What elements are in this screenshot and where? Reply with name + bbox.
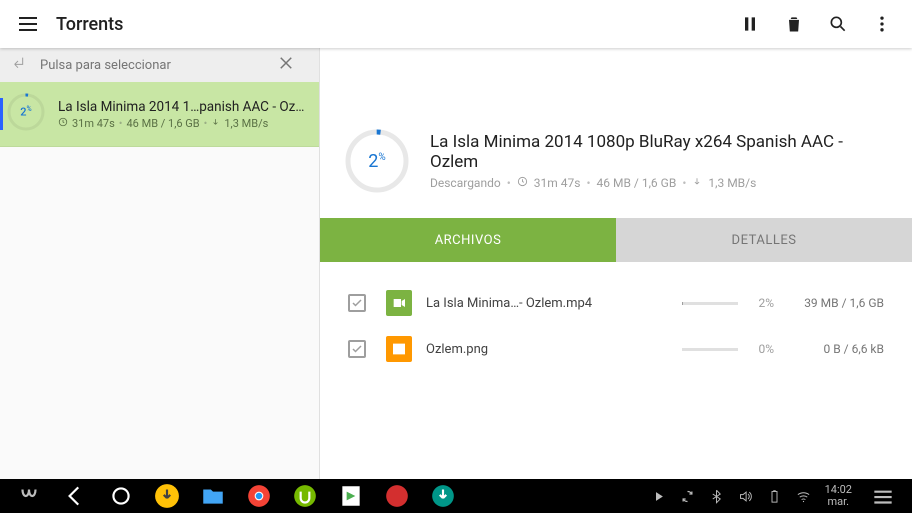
image-file-icon	[386, 336, 412, 362]
chrome-app-icon[interactable]	[246, 483, 272, 509]
file-row: Ozlem.png 0% 0 B / 6,6 kB	[348, 326, 884, 372]
torrent-name: La Isla Minima 2014 1…panish AAC - Ozlem	[58, 99, 307, 115]
files-app-icon[interactable]	[200, 483, 226, 509]
detail-eta: 31m 47s	[534, 176, 581, 190]
app-logo-icon[interactable]	[16, 483, 42, 509]
detail-pane: 2% La Isla Minima 2014 1080p BluRay x264…	[320, 48, 912, 479]
file-name: Ozlem.png	[426, 342, 596, 357]
file-checkbox[interactable]	[348, 294, 366, 312]
file-list: La Isla Minima…- Ozlem.mp4 2% 39 MB / 1,…	[320, 262, 912, 390]
notifications-icon[interactable]	[870, 483, 896, 509]
delete-icon[interactable]	[784, 14, 804, 34]
file-checkbox[interactable]	[348, 340, 366, 358]
volume-icon	[738, 489, 753, 504]
clock-icon	[58, 117, 68, 130]
detail-size: 46 MB / 1,6 GB	[597, 176, 677, 190]
torrent-item[interactable]: 2% La Isla Minima 2014 1…panish AAC - Oz…	[0, 82, 319, 147]
wifi-icon	[796, 489, 811, 504]
detail-status: Descargando	[430, 176, 501, 190]
detail-stats: Descargando • 31m 47s • 46 MB / 1,6 GB •…	[430, 176, 888, 190]
file-size: 0 B / 6,6 kB	[774, 342, 884, 356]
downloads-app-icon[interactable]	[154, 483, 180, 509]
app-icon[interactable]	[384, 483, 410, 509]
utorrent-app-icon[interactable]	[292, 483, 318, 509]
app-bar: Torrents	[0, 0, 912, 48]
torrent-stats: 31m 47s • 46 MB / 1,6 GB • 1,3 MB/s	[58, 117, 307, 130]
app-title: Torrents	[56, 14, 740, 35]
video-file-icon	[386, 290, 412, 316]
system-tray[interactable]	[651, 489, 811, 504]
file-row: La Isla Minima…- Ozlem.mp4 2% 39 MB / 1,…	[348, 280, 884, 326]
bluetooth-icon	[709, 489, 724, 504]
clock[interactable]: 14:02 mar.	[825, 484, 852, 508]
battery-icon	[767, 489, 782, 504]
select-hint-icon	[12, 55, 40, 75]
file-percent: 2%	[748, 296, 774, 310]
torrent-eta: 31m 47s	[72, 117, 115, 130]
back-icon[interactable]	[62, 483, 88, 509]
clock-day: mar.	[825, 496, 852, 508]
selection-hint: Pulsa para seleccionar	[40, 58, 171, 73]
pause-icon[interactable]	[740, 14, 760, 34]
torrent-list-pane: Pulsa para seleccionar 2% La Isla Minima…	[0, 48, 320, 479]
download-icon	[211, 117, 220, 130]
file-progress-bar	[682, 348, 738, 351]
system-taskbar: 14:02 mar.	[0, 479, 912, 513]
torrent-speed: 1,3 MB/s	[224, 117, 268, 130]
file-size: 39 MB / 1,6 GB	[774, 296, 884, 310]
play-icon	[651, 489, 666, 504]
progress-ring: 2%	[6, 92, 46, 132]
overflow-icon[interactable]	[872, 14, 892, 34]
sync-icon	[680, 489, 695, 504]
app-icon[interactable]	[430, 483, 456, 509]
detail-speed: 1,3 MB/s	[708, 176, 756, 190]
detail-tabs: ARCHIVOS DETALLES	[320, 218, 912, 262]
file-progress-bar	[682, 302, 738, 305]
file-percent: 0%	[748, 342, 774, 356]
menu-icon[interactable]	[16, 12, 40, 36]
close-selection-button[interactable]	[277, 54, 307, 76]
detail-progress-ring: 2%	[344, 128, 410, 194]
torrent-size: 46 MB / 1,6 GB	[127, 117, 200, 130]
tab-files[interactable]: ARCHIVOS	[320, 218, 616, 262]
tab-details[interactable]: DETALLES	[616, 218, 912, 262]
home-icon[interactable]	[108, 483, 134, 509]
selection-bar: Pulsa para seleccionar	[0, 48, 319, 82]
play-store-icon[interactable]	[338, 483, 364, 509]
download-icon	[692, 176, 702, 190]
search-icon[interactable]	[828, 14, 848, 34]
file-name: La Isla Minima…- Ozlem.mp4	[426, 296, 596, 311]
appbar-actions	[740, 14, 892, 34]
clock-icon	[517, 176, 528, 190]
detail-name: La Isla Minima 2014 1080p BluRay x264 Sp…	[430, 132, 888, 172]
